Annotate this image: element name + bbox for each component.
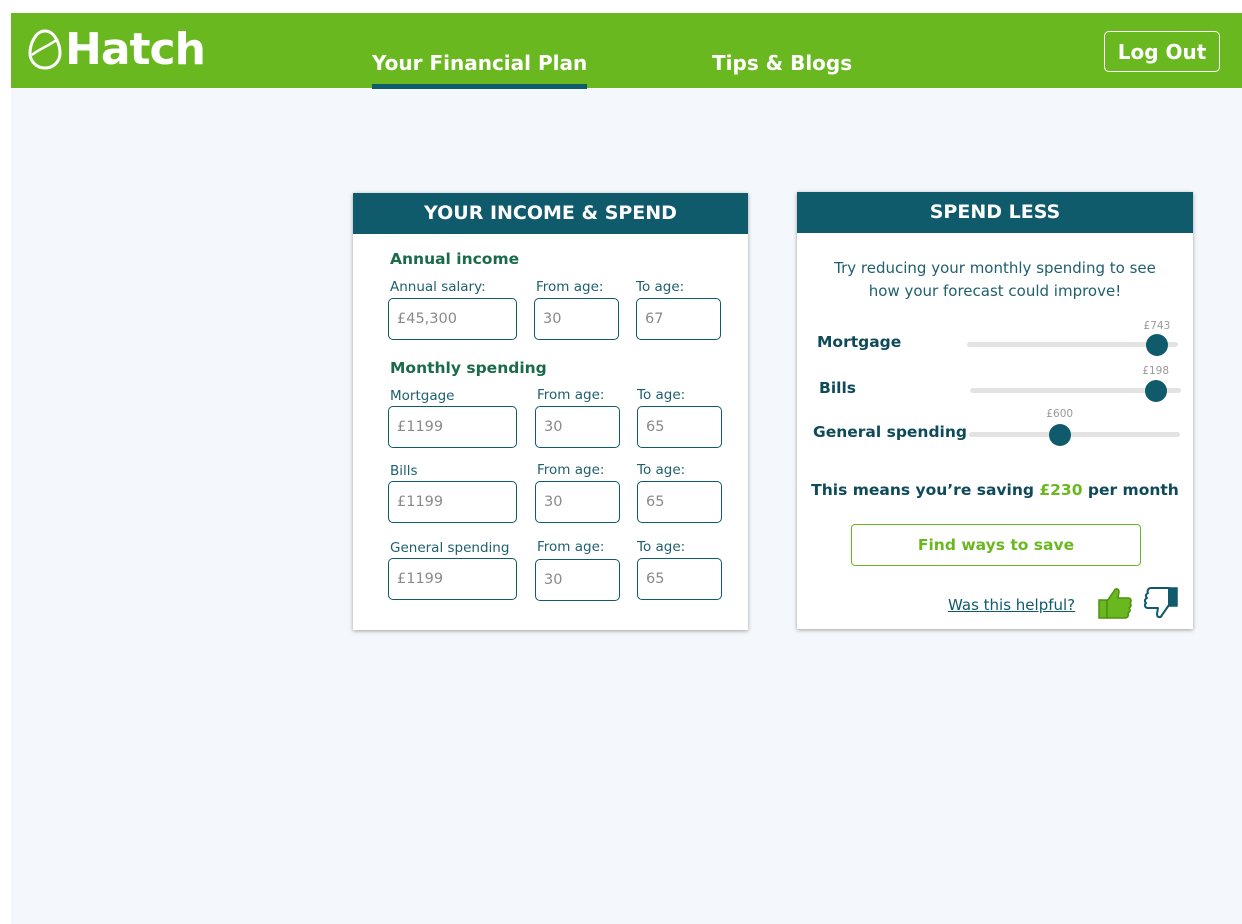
bills-to-age-input[interactable] xyxy=(637,481,722,523)
income-spend-card: YOUR INCOME & SPEND Annual income Annual… xyxy=(353,193,748,630)
spend-less-card: SPEND LESS Try reducing your monthly spe… xyxy=(797,192,1193,629)
bills-input[interactable] xyxy=(388,481,517,523)
was-this-helpful-link[interactable]: Was this helpful? xyxy=(948,596,1075,614)
income-to-age-input[interactable] xyxy=(636,298,721,340)
find-ways-to-save-button[interactable]: Find ways to save xyxy=(851,524,1141,566)
tab-tips-blogs[interactable]: Tips & Blogs xyxy=(712,51,852,75)
income-from-age-label: From age: xyxy=(536,279,604,295)
mortgage-from-age-input[interactable] xyxy=(535,406,620,448)
general-spending-input[interactable] xyxy=(388,558,517,600)
bills-from-age-input[interactable] xyxy=(535,481,620,523)
monthly-spending-heading: Monthly spending xyxy=(390,359,547,377)
mortgage-input[interactable] xyxy=(388,406,517,448)
tab-your-financial-plan[interactable]: Your Financial Plan xyxy=(372,51,588,89)
spend-less-intro-line-2: how your forecast could improve! xyxy=(868,282,1122,300)
saving-prefix: This means you’re saving xyxy=(811,481,1040,499)
mortgage-from-age-label: From age: xyxy=(537,387,605,403)
egg-logo-icon xyxy=(28,29,62,70)
bills-from-age-label: From age: xyxy=(537,462,605,478)
bills-label: Bills xyxy=(390,463,418,479)
saving-amount: £230 xyxy=(1039,481,1083,499)
bills-slider-value: £198 xyxy=(1142,365,1170,377)
general-spending-slider-thumb[interactable] xyxy=(1048,424,1071,446)
general-spending-from-age-input[interactable] xyxy=(535,559,620,601)
logo-text: Hatch xyxy=(65,23,206,75)
saving-suffix: per month xyxy=(1082,481,1179,499)
thumbs-up-icon[interactable] xyxy=(1097,585,1133,621)
general-spending-label: General spending xyxy=(390,540,510,556)
spend-less-card-title: SPEND LESS xyxy=(797,192,1193,233)
monthly-saving-summary: This means you’re saving £230 per month xyxy=(797,481,1193,499)
spend-less-intro-line-1: Try reducing your monthly spending to se… xyxy=(834,259,1156,277)
page-background: Hatch Your Financial Plan Tips & Blogs L… xyxy=(11,13,1242,924)
bills-slider-label: Bills xyxy=(819,379,856,397)
bills-to-age-label: To age: xyxy=(637,462,686,478)
general-spending-slider-track[interactable] xyxy=(969,432,1180,437)
bills-slider-thumb[interactable] xyxy=(1144,380,1167,402)
spend-less-intro: Try reducing your monthly spending to se… xyxy=(797,257,1193,303)
mortgage-slider-label: Mortgage xyxy=(817,333,902,351)
income-spend-card-title: YOUR INCOME & SPEND xyxy=(353,193,748,234)
general-spending-slider-label: General spending xyxy=(813,423,968,441)
general-spending-slider-value: £600 xyxy=(1046,408,1074,420)
top-navigation-bar: Hatch Your Financial Plan Tips & Blogs L… xyxy=(11,13,1242,89)
income-from-age-input[interactable] xyxy=(534,298,619,340)
log-out-button[interactable]: Log Out xyxy=(1104,31,1220,72)
general-spending-to-age-label: To age: xyxy=(637,539,686,555)
mortgage-slider-thumb[interactable] xyxy=(1145,334,1168,356)
mortgage-to-age-input[interactable] xyxy=(637,406,722,448)
income-to-age-label: To age: xyxy=(636,279,685,295)
general-spending-from-age-label: From age: xyxy=(537,539,605,555)
annual-salary-label: Annual salary: xyxy=(390,279,486,295)
annual-salary-input[interactable] xyxy=(388,298,517,340)
general-spending-to-age-input[interactable] xyxy=(637,558,722,600)
mortgage-label: Mortgage xyxy=(390,388,455,404)
thumbs-down-icon[interactable] xyxy=(1143,585,1179,621)
hatch-logo[interactable]: Hatch xyxy=(27,23,206,75)
annual-income-heading: Annual income xyxy=(390,250,520,268)
mortgage-to-age-label: To age: xyxy=(637,387,686,403)
mortgage-slider-value: £743 xyxy=(1143,320,1171,332)
